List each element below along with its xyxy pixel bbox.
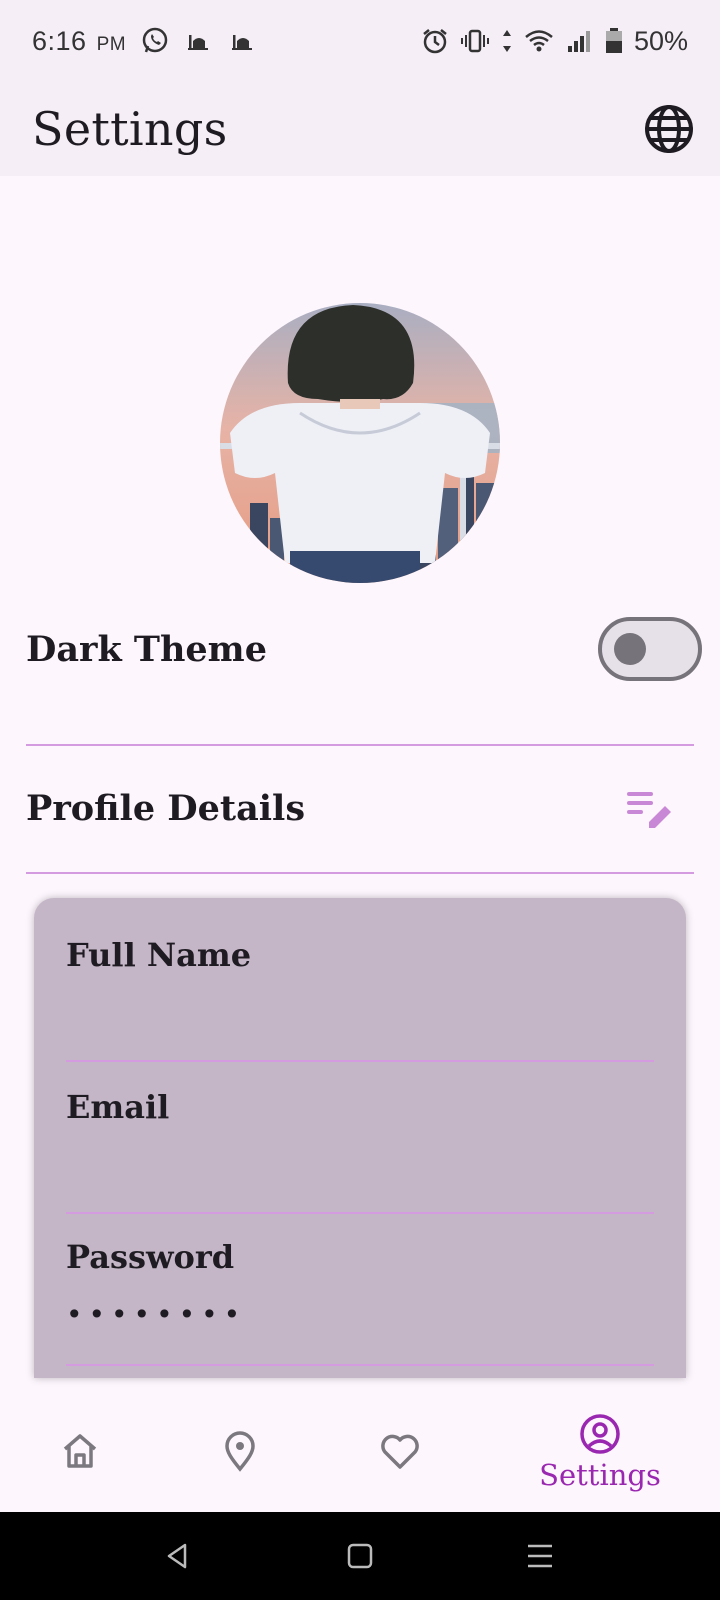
nav-item-favorites[interactable] <box>320 1392 480 1512</box>
vibrate-icon <box>460 29 489 53</box>
full-name-value[interactable] <box>66 996 654 1030</box>
nav-label-settings: Settings <box>539 1458 661 1492</box>
edit-note-icon <box>627 792 671 828</box>
full-name-field[interactable]: Full Name <box>66 936 654 1030</box>
wifi-icon <box>525 30 553 52</box>
nav-item-settings[interactable]: Settings <box>520 1392 680 1512</box>
bottom-nav: Settings <box>0 1392 720 1512</box>
battery-icon <box>605 28 622 53</box>
password-field[interactable]: Password •••••••• <box>66 1238 654 1332</box>
back-button[interactable] <box>156 1534 200 1578</box>
app-bar: Settings <box>0 82 720 176</box>
recents-button[interactable] <box>518 1534 562 1578</box>
globe-icon <box>645 105 693 153</box>
password-underline <box>66 1364 654 1366</box>
nav-item-home[interactable] <box>0 1392 160 1512</box>
email-underline <box>66 1212 654 1214</box>
email-field[interactable]: Email <box>66 1088 654 1182</box>
profile-avatar[interactable] <box>220 303 500 583</box>
status-time-ampm: PM <box>96 33 127 55</box>
profile-details-row: Profile Details <box>26 776 694 840</box>
divider <box>26 744 694 746</box>
page-title: Settings <box>32 102 228 156</box>
profile-form-card: Full Name Email Password •••••••• <box>34 898 686 1378</box>
status-time-value: 6:16 <box>32 25 87 56</box>
dark-theme-toggle[interactable] <box>598 617 702 681</box>
home-icon <box>63 1434 97 1468</box>
full-name-underline <box>66 1060 654 1062</box>
system-nav-bar <box>0 1512 720 1600</box>
home-square-icon <box>347 1543 373 1569</box>
battery-percent: 50% <box>633 25 688 56</box>
profile-details-label: Profile Details <box>26 787 306 829</box>
status-bar-right: 50% <box>420 26 688 57</box>
status-time: 6:16 PM <box>32 26 126 57</box>
dark-theme-label: Dark Theme <box>26 628 267 670</box>
alarm-icon <box>423 29 447 54</box>
edit-profile-button[interactable] <box>620 778 680 838</box>
password-value[interactable]: •••••••• <box>66 1298 654 1332</box>
mosque-icon <box>188 35 209 50</box>
status-bar: 6:16 PM 50% <box>0 0 720 82</box>
divider <box>26 872 694 874</box>
nav-item-location[interactable] <box>160 1392 320 1512</box>
account-circle-icon <box>580 1414 620 1454</box>
email-label: Email <box>66 1088 170 1126</box>
status-bar-left: 6:16 PM <box>32 26 258 57</box>
back-triangle-icon <box>167 1543 187 1569</box>
toggle-knob <box>614 633 646 665</box>
signal-icon <box>567 31 590 52</box>
data-arrows-icon <box>502 30 511 52</box>
mosque-icon <box>232 35 253 50</box>
menu-lines-icon <box>528 1544 552 1568</box>
full-name-label: Full Name <box>66 936 252 974</box>
email-value[interactable] <box>66 1148 654 1182</box>
location-pin-icon <box>225 1431 255 1472</box>
whatsapp-icon <box>142 27 168 53</box>
heart-icon <box>381 1434 419 1469</box>
home-button[interactable] <box>338 1534 382 1578</box>
dark-theme-row: Dark Theme <box>26 616 702 682</box>
avatar-image <box>220 303 500 583</box>
password-label: Password <box>66 1238 235 1276</box>
language-button[interactable] <box>642 102 696 156</box>
